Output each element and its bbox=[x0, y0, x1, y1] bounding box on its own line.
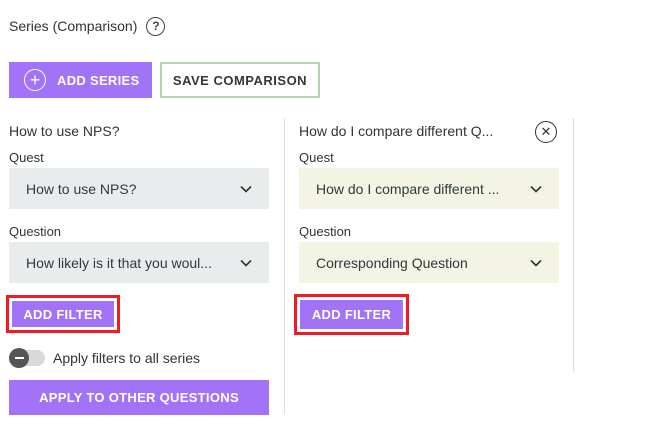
section-title: Series (Comparison) bbox=[9, 18, 138, 34]
question-select-value: Corresponding Question bbox=[316, 254, 468, 271]
question-mark-icon[interactable]: ? bbox=[146, 16, 166, 36]
apply-filters-label: Apply filters to all series bbox=[53, 350, 201, 366]
add-filter-highlight: ADD FILTER bbox=[294, 294, 409, 335]
quest-select-value: How to use NPS? bbox=[26, 180, 137, 197]
question-select[interactable]: How likely is it that you woul... bbox=[9, 242, 269, 283]
apply-filters-toggle[interactable] bbox=[9, 348, 45, 368]
save-comparison-label: SAVE COMPARISON bbox=[172, 72, 308, 88]
plus-circle-icon: + bbox=[24, 69, 46, 91]
question-select[interactable]: Corresponding Question bbox=[299, 242, 559, 283]
add-series-label: ADD SERIES bbox=[57, 72, 140, 88]
add-filter-button[interactable]: ADD FILTER bbox=[12, 301, 114, 327]
quest-label: Quest bbox=[299, 150, 334, 165]
chevron-down-icon bbox=[239, 256, 253, 270]
save-comparison-button[interactable]: SAVE COMPARISON bbox=[160, 62, 320, 98]
quest-select[interactable]: How do I compare different ... bbox=[299, 168, 559, 209]
question-label: Question bbox=[299, 224, 352, 239]
column-divider bbox=[284, 118, 285, 414]
apply-filters-toggle-row: Apply filters to all series bbox=[9, 348, 201, 368]
chevron-down-icon bbox=[239, 182, 253, 196]
chevron-down-icon bbox=[529, 182, 543, 196]
add-filter-button[interactable]: ADD FILTER bbox=[300, 300, 403, 329]
chevron-down-icon bbox=[529, 256, 543, 270]
toggle-knob bbox=[9, 348, 29, 368]
quest-select-value: How do I compare different ... bbox=[316, 180, 500, 197]
add-filter-highlight: ADD FILTER bbox=[6, 295, 120, 333]
column-divider bbox=[573, 118, 574, 372]
close-circle-icon[interactable]: ✕ bbox=[535, 121, 557, 143]
series-title: How do I compare different Q... bbox=[299, 123, 494, 139]
question-select-value: How likely is it that you woul... bbox=[26, 254, 212, 271]
quest-select[interactable]: How to use NPS? bbox=[9, 168, 269, 209]
series-title: How to use NPS? bbox=[9, 123, 120, 139]
apply-to-other-questions-button[interactable]: APPLY TO OTHER QUESTIONS bbox=[9, 380, 269, 415]
section-header: Series (Comparison) ? bbox=[9, 15, 166, 37]
quest-label: Quest bbox=[9, 150, 44, 165]
add-series-button[interactable]: + ADD SERIES bbox=[9, 62, 152, 98]
question-label: Question bbox=[9, 224, 62, 239]
